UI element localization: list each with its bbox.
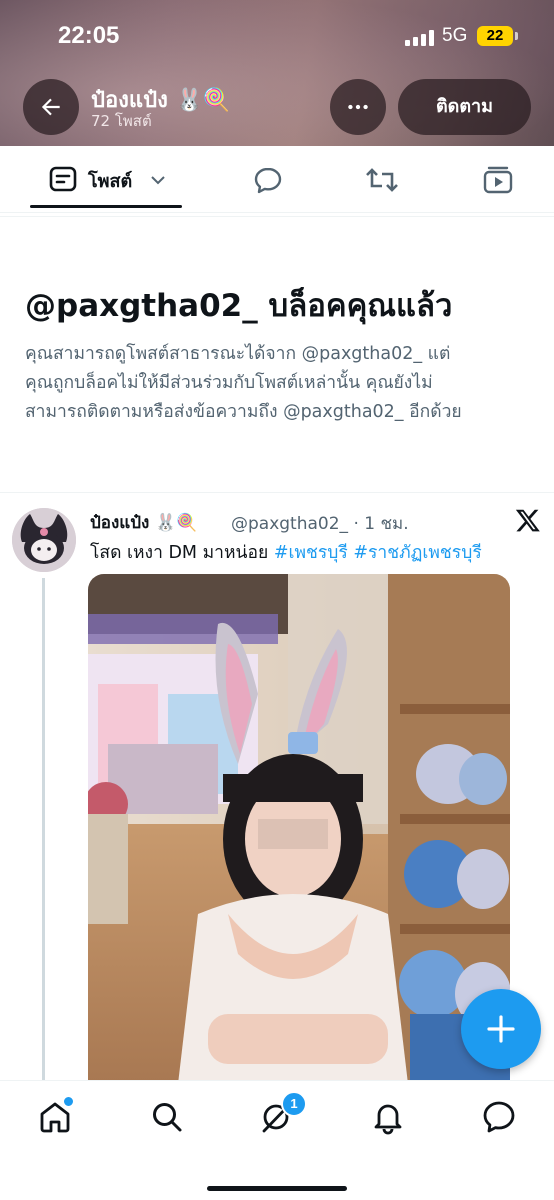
tab-posts-label: โพสต์ xyxy=(88,171,133,192)
nav-messages[interactable] xyxy=(479,1097,519,1137)
post-photo[interactable] xyxy=(88,574,510,1084)
post-photo-illustration xyxy=(88,574,510,1084)
tab-reposts[interactable] xyxy=(364,146,404,212)
avatar[interactable] xyxy=(12,508,76,572)
plus-icon xyxy=(487,1015,515,1043)
messages-badge: 1 xyxy=(281,1091,307,1117)
more-options-button[interactable] xyxy=(330,79,386,135)
network-type: 5G xyxy=(442,25,468,46)
blocked-line-1: คุณสามารถดูโพสต์สาธารณะได้จาก @paxgtha02… xyxy=(25,344,451,364)
post-body: โสด เหงา DM มาหน่อย xyxy=(90,543,269,563)
hashtag-link[interactable]: #ราชภัฏเพชรบุรี xyxy=(353,543,481,563)
compose-button[interactable] xyxy=(461,989,541,1069)
more-dots-icon xyxy=(348,104,368,110)
thread-line xyxy=(42,578,45,1088)
back-button[interactable] xyxy=(23,79,79,135)
profile-tabs: โพสต์ xyxy=(0,146,554,213)
divider xyxy=(0,216,554,217)
repost-icon xyxy=(366,168,398,192)
tab-replies[interactable] xyxy=(250,146,290,212)
tab-media[interactable] xyxy=(480,146,520,212)
status-time: 22:05 xyxy=(58,22,120,49)
active-tab-indicator xyxy=(30,205,182,208)
chevron-down-icon xyxy=(151,176,165,185)
signal-icon xyxy=(405,30,435,46)
hashtag-link[interactable]: #เพชรบุรี xyxy=(274,543,348,563)
profile-post-count: 72 โพสต์ xyxy=(91,112,152,130)
nav-grok[interactable]: 1 xyxy=(257,1091,307,1137)
blocked-title: @paxgtha02_ บล็อคคุณแล้ว xyxy=(25,288,453,324)
blocked-line-2: คุณถูกบล็อคไม่ให้มีส่วนร่วมกับโพสต์เหล่า… xyxy=(25,373,433,393)
messages-icon xyxy=(483,1101,515,1133)
status-bar: 22:05 5G 22 xyxy=(0,0,554,72)
bell-icon xyxy=(374,1104,402,1135)
reply-icon xyxy=(254,167,282,194)
tab-posts[interactable]: โพสต์ xyxy=(30,146,182,212)
nav-search[interactable] xyxy=(147,1097,187,1137)
posts-tab-icon xyxy=(49,166,77,192)
nav-home[interactable] xyxy=(35,1095,75,1137)
nav-notifications[interactable] xyxy=(368,1097,408,1137)
blocked-description: คุณสามารถดูโพสต์สาธารณะได้จาก @paxgtha02… xyxy=(25,340,530,427)
follow-button[interactable]: ติดตาม xyxy=(398,79,531,135)
notification-dot xyxy=(62,1095,75,1108)
post-text: โสด เหงา DM มาหน่อย #เพชรบุรี #ราชภัฏเพช… xyxy=(90,538,482,566)
back-arrow-icon xyxy=(41,98,60,116)
media-icon xyxy=(483,166,513,194)
battery-level: 22 xyxy=(486,27,504,44)
search-icon xyxy=(153,1103,182,1132)
home-indicator xyxy=(207,1186,347,1191)
blocked-line-3: สามารถติดตามหรือส่งข้อความถึง @paxgtha02… xyxy=(25,402,462,422)
bottom-nav: 1 xyxy=(0,1080,554,1200)
post-author[interactable]: ป๋องแป๋ง 🐰🍭 xyxy=(90,509,198,536)
avatar-character-icon xyxy=(12,508,76,572)
divider xyxy=(0,492,554,493)
post-handle-time[interactable]: @paxgtha02_ · 1 ชม. xyxy=(231,510,409,537)
profile-header: 22:05 5G 22 ป๋องแป๋ง 🐰🍭 72 โพสต์ ติดตาม xyxy=(0,0,554,146)
battery-icon: 22 xyxy=(477,26,518,46)
x-logo-icon xyxy=(515,509,540,532)
